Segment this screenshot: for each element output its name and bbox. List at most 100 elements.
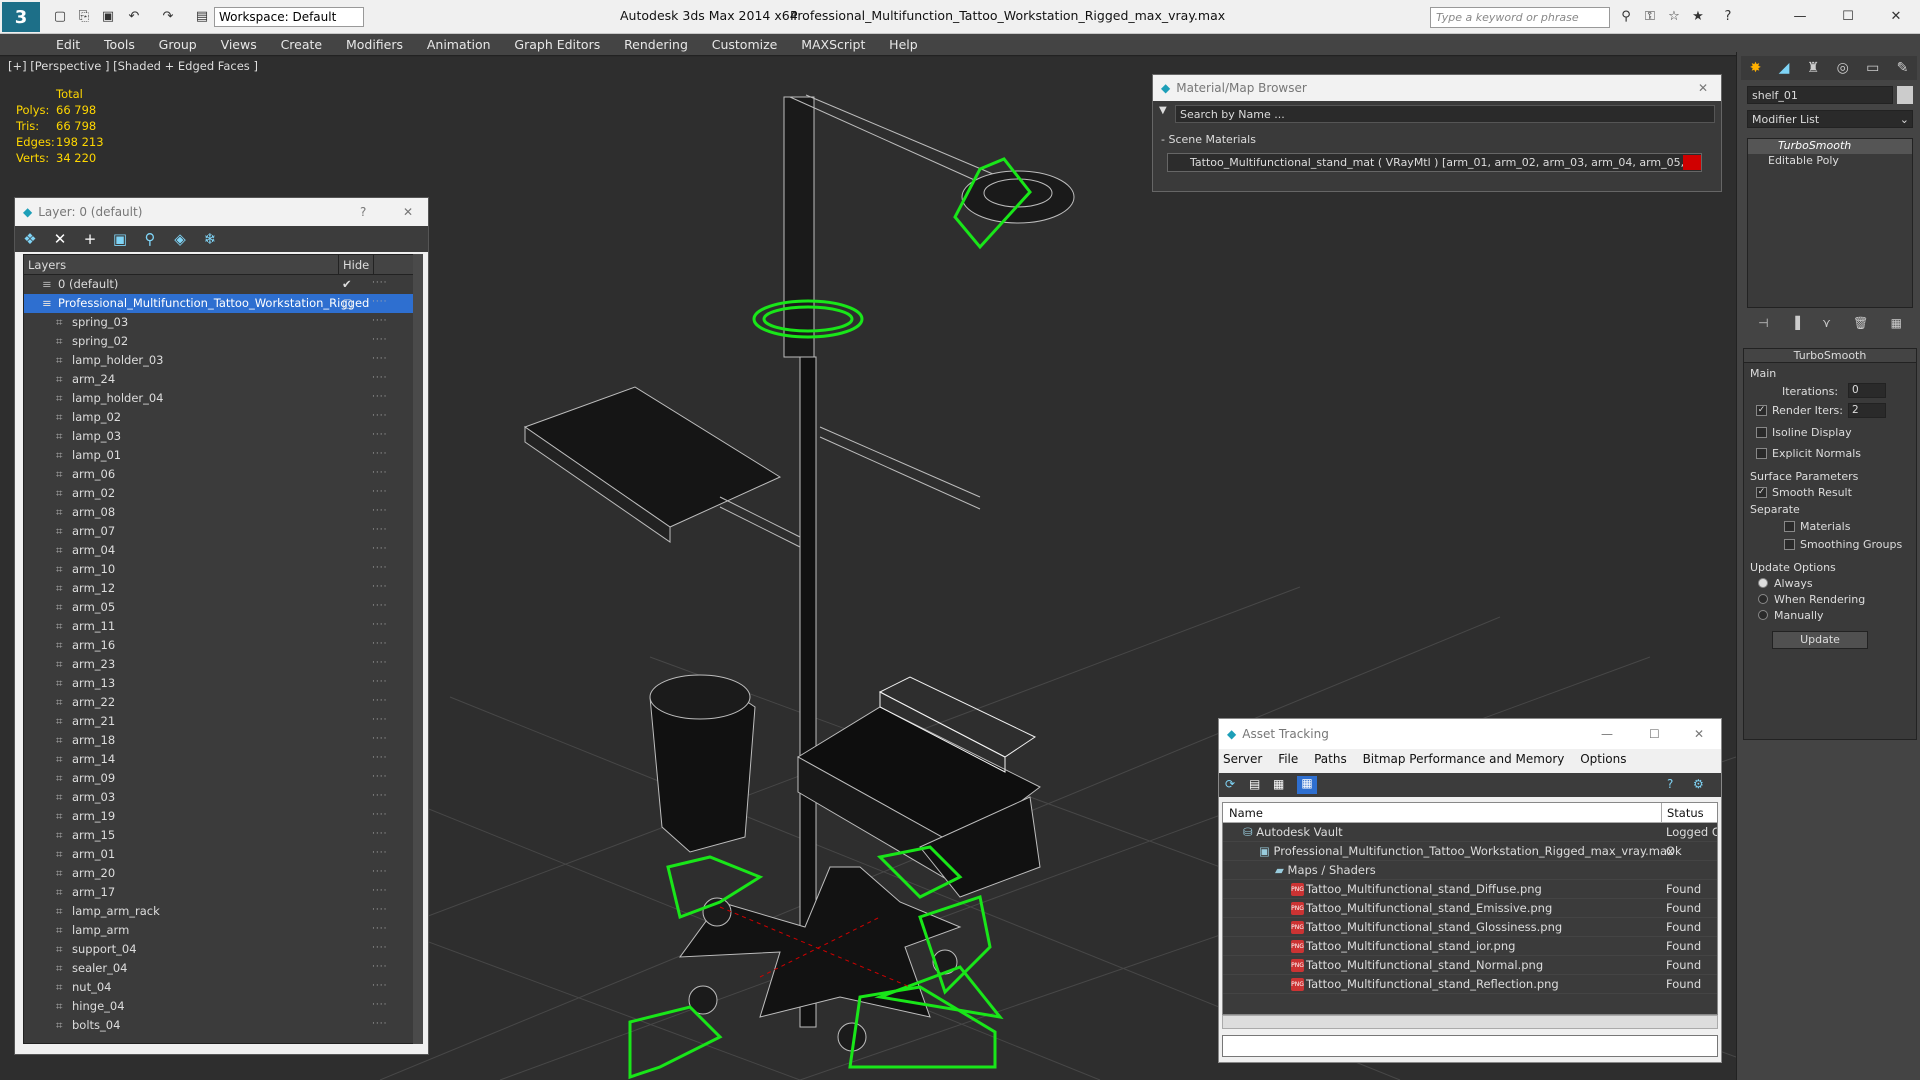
layer-item[interactable]: ⌗ nut_04 ···· xyxy=(24,978,422,997)
remove-modifier-icon[interactable]: 🗑 xyxy=(1853,316,1868,334)
asset-row[interactable]: PNG Tattoo_Multifunctional_stand_Glossine… xyxy=(1223,918,1717,937)
render-iters-spinner[interactable]: 2 xyxy=(1848,403,1886,418)
active-box-icon[interactable]: ▢ xyxy=(342,296,353,310)
display-tab-icon[interactable]: ▭ xyxy=(1866,60,1879,76)
layer-item[interactable]: ⌗ lamp_holder_04 ···· xyxy=(24,389,422,408)
redo-icon[interactable]: ↷ xyxy=(158,6,178,26)
asset-menu-bitmap[interactable]: Bitmap Performance and Memory xyxy=(1363,752,1565,766)
hide-toggle[interactable]: ···· xyxy=(372,468,387,478)
close-icon[interactable]: ✕ xyxy=(1698,81,1708,95)
layer-window-header[interactable]: ◆ Layer: 0 (default) ? ✕ xyxy=(15,198,428,226)
hide-toggle[interactable]: ···· xyxy=(372,601,387,611)
iterations-spinner[interactable]: 0 xyxy=(1848,383,1886,398)
layer-list[interactable]: Layers Hide ≡ 0 (default) ✔ ···· ≡ Profe… xyxy=(23,254,423,1044)
refresh-icon[interactable]: ⟳ xyxy=(1225,777,1235,791)
hide-toggle[interactable]: ···· xyxy=(372,373,387,383)
hide-toggle[interactable]: ···· xyxy=(372,411,387,421)
asset-menu-options[interactable]: Options xyxy=(1580,752,1626,766)
col-status[interactable]: Status xyxy=(1667,806,1704,820)
subscription-icon[interactable]: ☆ xyxy=(1664,6,1684,26)
minimize-icon[interactable]: — xyxy=(1601,727,1613,741)
motion-tab-icon[interactable]: ◎ xyxy=(1837,60,1849,76)
hide-toggle[interactable]: ···· xyxy=(372,829,387,839)
layer-item[interactable]: ⌗ bolts_04 ···· xyxy=(24,1016,422,1035)
col-name[interactable]: Name xyxy=(1229,806,1263,820)
col-hide[interactable]: Hide xyxy=(339,255,374,274)
asset-row[interactable]: ▣ Professional_Multifunction_Tattoo_Work… xyxy=(1223,842,1717,861)
object-color-swatch[interactable] xyxy=(1897,86,1913,104)
new-icon[interactable]: ▢ xyxy=(50,6,70,26)
layer-item[interactable]: ⌗ arm_24 ···· xyxy=(24,370,422,389)
scene-materials-section[interactable]: - Scene Materials xyxy=(1161,133,1256,146)
layer-item[interactable]: ⌗ lamp_arm_rack ···· xyxy=(24,902,422,921)
layer-item[interactable]: ⌗ spring_02 ···· xyxy=(24,332,422,351)
layer-item[interactable]: ⌗ arm_02 ···· xyxy=(24,484,422,503)
binoculars-icon[interactable]: ⚲ xyxy=(1616,6,1636,26)
hide-toggle[interactable]: ···· xyxy=(372,734,387,744)
hide-toggle[interactable]: ···· xyxy=(372,886,387,896)
make-unique-icon[interactable]: ⋎ xyxy=(1822,316,1831,334)
layer-item[interactable]: ⌗ arm_21 ···· xyxy=(24,712,422,731)
layer-item[interactable]: ⌗ lamp_02 ···· xyxy=(24,408,422,427)
layer-item[interactable]: ⌗ arm_10 ···· xyxy=(24,560,422,579)
key-icon[interactable]: ⚿ xyxy=(1640,6,1660,26)
asset-row[interactable]: PNG Tattoo_Multifunctional_stand_Reflecti… xyxy=(1223,975,1717,994)
layer-item[interactable]: ⌗ lamp_arm ···· xyxy=(24,921,422,940)
hide-toggle[interactable]: ···· xyxy=(372,392,387,402)
layer-item[interactable]: ⌗ arm_04 ···· xyxy=(24,541,422,560)
manually-radio[interactable] xyxy=(1758,610,1768,620)
asset-h-scrollbar[interactable] xyxy=(1222,1015,1718,1029)
layer-item[interactable]: ⌗ arm_05 ···· xyxy=(24,598,422,617)
menu-animation[interactable]: Animation xyxy=(417,34,501,55)
hide-toggle[interactable]: ···· xyxy=(372,943,387,953)
layer-item[interactable]: ⌗ spring_03 ···· xyxy=(24,313,422,332)
open-icon[interactable]: ⎘ xyxy=(74,6,94,26)
menu-group[interactable]: Group xyxy=(149,34,207,55)
asset-row[interactable]: PNG Tattoo_Multifunctional_stand_Diffuse.… xyxy=(1223,880,1717,899)
search-input[interactable]: Type a keyword or phrase xyxy=(1430,7,1610,28)
menu-graph-editors[interactable]: Graph Editors xyxy=(504,34,610,55)
active-check-icon[interactable]: ✔ xyxy=(342,277,352,291)
asset-tracking-header[interactable]: ◆ Asset Tracking — ☐ ✕ xyxy=(1219,719,1721,749)
asset-row[interactable]: PNG Tattoo_Multifunctional_stand_Normal.p… xyxy=(1223,956,1717,975)
close-icon[interactable]: ✕ xyxy=(1694,727,1704,741)
dropdown-icon[interactable]: ▼ xyxy=(1159,105,1167,116)
add-selection-icon[interactable]: + xyxy=(75,226,105,252)
hide-toggle[interactable]: ···· xyxy=(372,487,387,497)
minimize-icon[interactable]: — xyxy=(1790,6,1810,26)
table-view-icon[interactable]: ▦ xyxy=(1297,776,1317,794)
hide-toggle[interactable]: ···· xyxy=(372,639,387,649)
layer-row-selected[interactable]: ≡ Professional_Multifunction_Tattoo_Work… xyxy=(24,294,422,313)
maximize-icon[interactable]: ☐ xyxy=(1838,6,1858,26)
app-logo-icon[interactable]: 3 xyxy=(2,2,40,32)
layer-item[interactable]: ⌗ arm_12 ···· xyxy=(24,579,422,598)
hide-toggle[interactable]: ···· xyxy=(372,297,387,307)
layer-item[interactable]: ⌗ arm_07 ···· xyxy=(24,522,422,541)
menu-customize[interactable]: Customize xyxy=(702,34,788,55)
asset-table[interactable]: Name Status ⛁ Autodesk Vault Logged C ▣ Pr… xyxy=(1222,802,1718,1015)
highlight-layer-icon[interactable]: ⚲ xyxy=(135,226,165,252)
undo-icon[interactable]: ↶ xyxy=(124,6,144,26)
save-icon[interactable]: ▣ xyxy=(98,6,118,26)
layer-item[interactable]: ⌗ lamp_holder_03 ···· xyxy=(24,351,422,370)
hide-toggle[interactable]: ···· xyxy=(372,772,387,782)
help-button[interactable]: ? xyxy=(360,205,366,219)
thumbnail-icon[interactable]: ▦ xyxy=(1273,777,1284,791)
settings-icon[interactable]: ⚙ xyxy=(1693,777,1704,791)
hide-toggle[interactable]: ···· xyxy=(372,525,387,535)
hide-toggle[interactable]: ···· xyxy=(372,867,387,877)
hide-toggle[interactable]: ···· xyxy=(372,563,387,573)
modifier-stack[interactable]: TurboSmooth Editable Poly xyxy=(1747,138,1913,308)
layer-item[interactable]: ⌗ arm_01 ···· xyxy=(24,845,422,864)
smooth-result-checkbox[interactable]: ✓ xyxy=(1756,487,1767,498)
hide-toggle[interactable]: ···· xyxy=(372,981,387,991)
layer-item[interactable]: ⌗ lamp_03 ···· xyxy=(24,427,422,446)
pin-stack-icon[interactable]: ⊣ xyxy=(1758,316,1768,334)
layer-scrollbar[interactable] xyxy=(413,254,423,1044)
smoothing-groups-checkbox[interactable] xyxy=(1784,539,1795,550)
layer-item[interactable]: ⌗ arm_13 ···· xyxy=(24,674,422,693)
layer-item[interactable]: ⌗ arm_17 ···· xyxy=(24,883,422,902)
hide-toggle[interactable]: ···· xyxy=(372,924,387,934)
hide-toggle[interactable]: ···· xyxy=(372,278,387,288)
isoline-checkbox[interactable] xyxy=(1756,427,1767,438)
